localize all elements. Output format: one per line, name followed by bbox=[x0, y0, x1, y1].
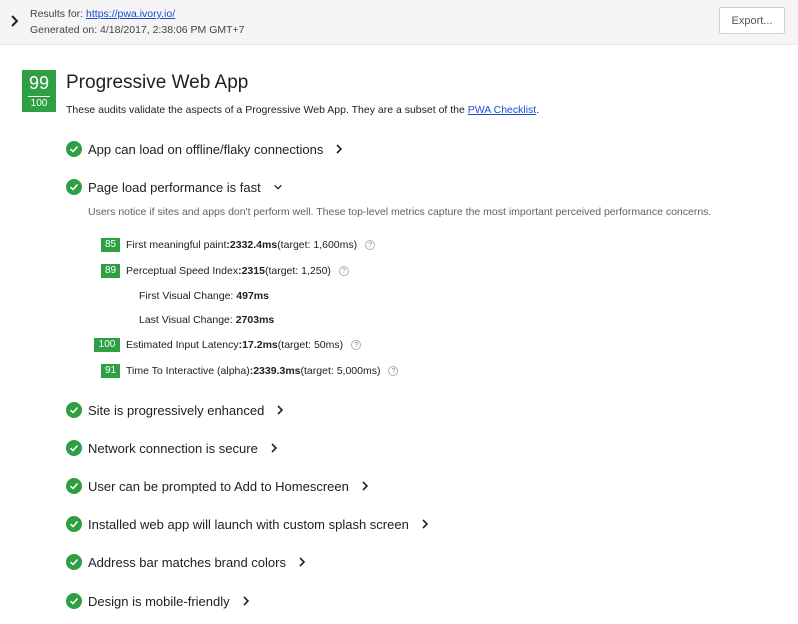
audit-label: Installed web app will launch with custo… bbox=[88, 516, 409, 532]
audit-label: Site is progressively enhanced bbox=[88, 402, 265, 418]
chevron-down-icon[interactable] bbox=[273, 181, 283, 193]
audit-add-to-homescreen[interactable]: User can be prompted to Add to Homescree… bbox=[66, 477, 371, 495]
export-button[interactable]: Export... bbox=[719, 7, 785, 34]
results-url-link[interactable]: https://pwa.ivory.io/ bbox=[86, 8, 175, 20]
metric-perceptual-speed-index: 89 Perceptual Speed Index: 2315 (target:… bbox=[101, 263, 349, 279]
pass-check-icon bbox=[66, 141, 82, 157]
audit-label: App can load on offline/flaky connection… bbox=[88, 141, 324, 157]
audit-offline[interactable]: App can load on offline/flaky connection… bbox=[66, 140, 345, 158]
audit-label: Address bar matches brand colors bbox=[88, 554, 286, 570]
category-score-badge: 99 100 bbox=[22, 70, 56, 112]
metric-time-to-interactive: 91 Time To Interactive (alpha): 2339.3ms… bbox=[101, 363, 399, 379]
generated-on: Generated on: 4/18/2017, 2:38:06 PM GMT+… bbox=[30, 24, 245, 36]
category-title: Progressive Web App bbox=[66, 72, 249, 93]
report-meta: Results for: https://pwa.ivory.io/ Gener… bbox=[30, 6, 245, 38]
audit-label: Network connection is secure bbox=[88, 440, 258, 456]
metric-score: 91 bbox=[101, 364, 120, 378]
chevron-right-icon[interactable] bbox=[270, 442, 280, 454]
audit-label: User can be prompted to Add to Homescree… bbox=[88, 478, 349, 494]
metric-score: 85 bbox=[101, 238, 120, 252]
audit-mobile-friendly[interactable]: Design is mobile-friendly bbox=[66, 592, 252, 610]
chevron-right-icon[interactable] bbox=[335, 143, 345, 155]
metric-first-meaningful-paint: 85 First meaningful paint: 2332.4ms (tar… bbox=[101, 237, 376, 253]
metric-score: 100 bbox=[94, 338, 120, 352]
pass-check-icon bbox=[66, 179, 82, 195]
submetric-last-visual-change: Last Visual Change: 2703ms bbox=[139, 314, 275, 326]
perf-group-description: Users notice if sites and apps don't per… bbox=[88, 206, 712, 218]
pass-check-icon bbox=[66, 402, 82, 418]
pass-check-icon bbox=[66, 516, 82, 532]
chevron-right-icon[interactable] bbox=[421, 518, 431, 530]
chevron-right-icon[interactable] bbox=[361, 480, 371, 492]
submetric-first-visual-change: First Visual Change: 497ms bbox=[139, 290, 269, 302]
audit-label: Design is mobile-friendly bbox=[88, 593, 230, 609]
audit-splash-screen[interactable]: Installed web app will launch with custo… bbox=[66, 515, 431, 533]
chevron-right-icon[interactable] bbox=[9, 14, 21, 28]
audit-label: Page load performance is fast bbox=[88, 179, 261, 195]
chevron-right-icon[interactable] bbox=[276, 404, 286, 416]
report-header: Results for: https://pwa.ivory.io/ Gener… bbox=[0, 0, 798, 45]
category-score-max: 100 bbox=[30, 98, 48, 109]
pass-check-icon bbox=[66, 440, 82, 456]
audit-brand-colors[interactable]: Address bar matches brand colors bbox=[66, 553, 308, 571]
pwa-checklist-link[interactable]: PWA Checklist bbox=[468, 104, 536, 116]
score-divider bbox=[28, 96, 50, 97]
audit-network-secure[interactable]: Network connection is secure bbox=[66, 439, 280, 457]
pass-check-icon bbox=[66, 478, 82, 494]
category-score: 99 bbox=[28, 73, 50, 93]
metric-score: 89 bbox=[101, 264, 120, 278]
pass-check-icon bbox=[66, 593, 82, 609]
audit-page-load-fast[interactable]: Page load performance is fast bbox=[66, 178, 283, 196]
pass-check-icon bbox=[66, 554, 82, 570]
category-description: These audits validate the aspects of a P… bbox=[66, 104, 540, 116]
metric-estimated-input-latency: 100 Estimated Input Latency: 17.2ms (tar… bbox=[94, 337, 362, 353]
audit-progressively-enhanced[interactable]: Site is progressively enhanced bbox=[66, 401, 286, 419]
help-icon[interactable]: ? bbox=[388, 366, 399, 376]
help-icon[interactable]: ? bbox=[351, 340, 362, 350]
help-icon[interactable]: ? bbox=[365, 240, 376, 250]
help-icon[interactable]: ? bbox=[338, 266, 349, 276]
chevron-right-icon[interactable] bbox=[242, 595, 252, 607]
chevron-right-icon[interactable] bbox=[298, 556, 308, 568]
results-for: Results for: https://pwa.ivory.io/ bbox=[30, 8, 176, 20]
